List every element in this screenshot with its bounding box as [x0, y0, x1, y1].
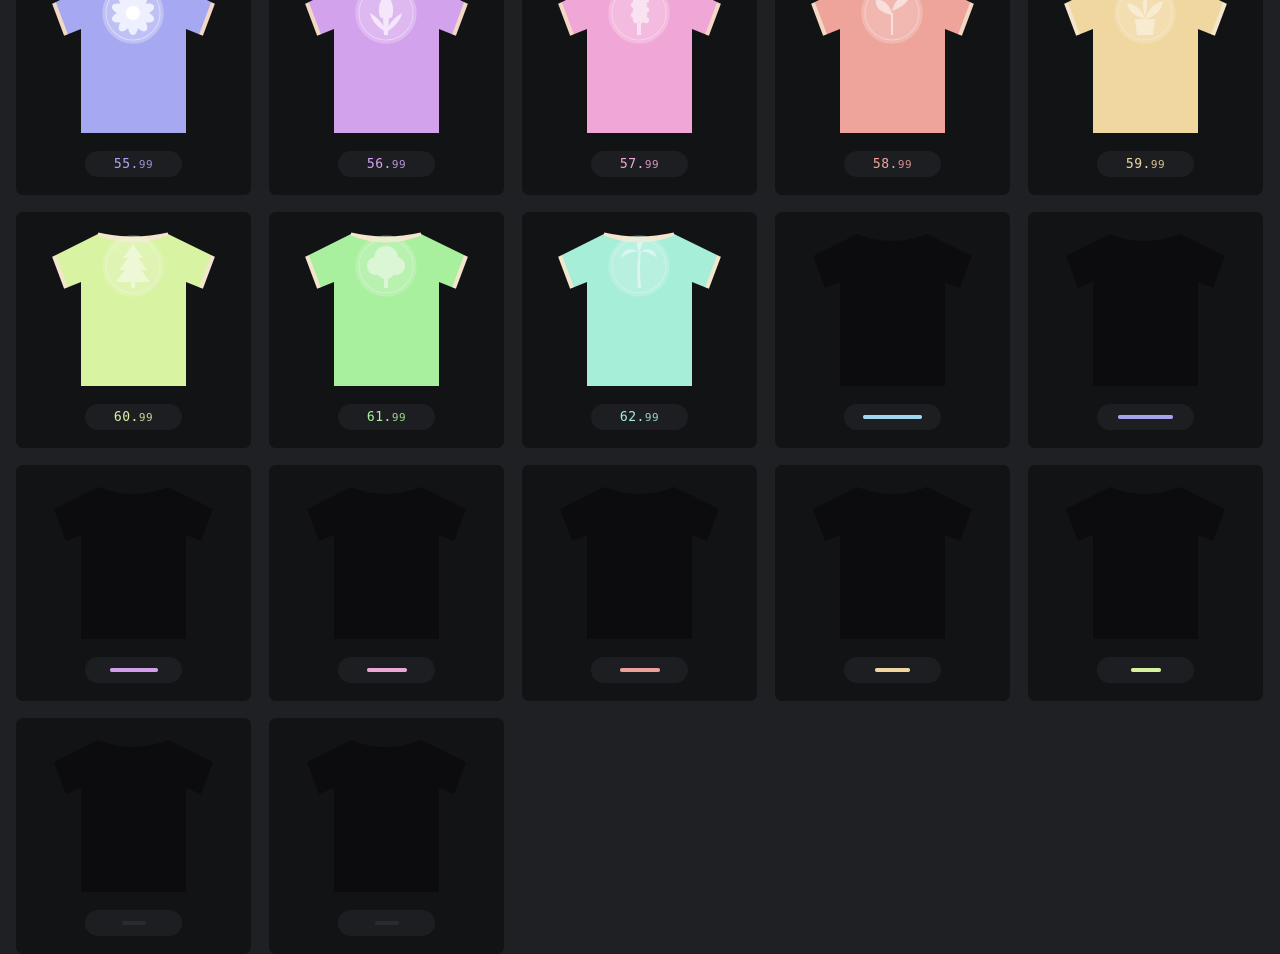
price-cents: 99 — [897, 157, 913, 171]
tshirt-image — [807, 226, 978, 388]
price-tag: 57.99 — [591, 151, 688, 177]
tshirt-image — [1060, 226, 1231, 388]
tshirt-image — [48, 226, 219, 388]
loading-placeholder — [844, 657, 941, 683]
tshirt-image — [301, 479, 472, 641]
product-grid: 55.99 56.99 57.99 58.99 59.99 60.99 61.9… — [0, 0, 1280, 954]
product-card[interactable]: 57.99 — [522, 0, 757, 195]
loading-bar — [619, 668, 660, 672]
product-card[interactable] — [1028, 465, 1263, 701]
price-separator: . — [130, 409, 139, 425]
product-card[interactable]: 59.99 — [1028, 0, 1263, 195]
loading-bar — [366, 668, 407, 672]
product-card[interactable] — [269, 465, 504, 701]
tshirt-image — [301, 0, 472, 135]
tshirt-image — [554, 479, 725, 641]
tshirt-image — [48, 0, 219, 135]
price-label: 58.99 — [873, 157, 912, 172]
tshirt-image — [807, 479, 978, 641]
loading-bar — [374, 921, 399, 925]
loading-placeholder — [338, 910, 435, 936]
price-separator: . — [130, 156, 139, 172]
price-label: 62.99 — [620, 410, 659, 425]
product-card[interactable]: 62.99 — [522, 212, 757, 448]
product-card[interactable] — [16, 465, 251, 701]
price-tag: 60.99 — [85, 404, 182, 430]
price-separator: . — [383, 156, 392, 172]
price-tag: 58.99 — [844, 151, 941, 177]
price-label: 61.99 — [367, 410, 406, 425]
price-cents: 99 — [391, 157, 407, 171]
tshirt-image — [48, 732, 219, 894]
price-label: 57.99 — [620, 157, 659, 172]
price-cents: 99 — [644, 157, 660, 171]
product-card[interactable] — [16, 718, 251, 954]
product-card[interactable]: 55.99 — [16, 0, 251, 195]
price-tag: 55.99 — [85, 151, 182, 177]
tshirt-image — [301, 226, 472, 388]
price-cents: 99 — [391, 410, 407, 424]
price-separator: . — [383, 409, 392, 425]
loading-placeholder — [338, 657, 435, 683]
price-whole: 60 — [113, 409, 131, 425]
product-card[interactable] — [775, 212, 1010, 448]
tshirt-image — [807, 0, 978, 135]
loading-bar — [121, 921, 146, 925]
price-label: 56.99 — [367, 157, 406, 172]
product-card[interactable] — [775, 465, 1010, 701]
loading-bar — [1118, 415, 1173, 419]
tshirt-image — [1060, 479, 1231, 641]
product-card[interactable]: 60.99 — [16, 212, 251, 448]
loading-bar — [109, 668, 158, 672]
loading-bar — [863, 415, 922, 419]
product-card[interactable]: 58.99 — [775, 0, 1010, 195]
product-card[interactable] — [1028, 212, 1263, 448]
product-card[interactable]: 61.99 — [269, 212, 504, 448]
price-tag: 59.99 — [1097, 151, 1194, 177]
loading-bar — [1130, 668, 1161, 672]
tshirt-image — [554, 226, 725, 388]
price-separator: . — [636, 156, 645, 172]
price-whole: 62 — [619, 409, 637, 425]
price-cents: 99 — [644, 410, 660, 424]
loading-placeholder — [1097, 404, 1194, 430]
price-cents: 99 — [138, 157, 154, 171]
price-whole: 59 — [1125, 156, 1143, 172]
loading-bar — [875, 668, 910, 672]
price-tag: 56.99 — [338, 151, 435, 177]
price-label: 55.99 — [114, 157, 153, 172]
price-label: 59.99 — [1126, 157, 1165, 172]
loading-placeholder — [1097, 657, 1194, 683]
loading-placeholder — [844, 404, 941, 430]
product-card[interactable] — [269, 718, 504, 954]
loading-placeholder — [591, 657, 688, 683]
price-cents: 99 — [138, 410, 154, 424]
price-separator: . — [1142, 156, 1151, 172]
tshirt-image — [554, 0, 725, 135]
price-tag: 62.99 — [591, 404, 688, 430]
price-label: 60.99 — [114, 410, 153, 425]
price-whole: 55 — [113, 156, 131, 172]
price-tag: 61.99 — [338, 404, 435, 430]
product-card[interactable] — [522, 465, 757, 701]
tshirt-image — [1060, 0, 1231, 135]
product-card[interactable]: 56.99 — [269, 0, 504, 195]
tshirt-image — [48, 479, 219, 641]
price-separator: . — [636, 409, 645, 425]
loading-placeholder — [85, 657, 182, 683]
price-cents: 99 — [1150, 157, 1166, 171]
price-whole: 56 — [366, 156, 384, 172]
price-whole: 58 — [872, 156, 890, 172]
price-whole: 57 — [619, 156, 637, 172]
loading-placeholder — [85, 910, 182, 936]
price-separator: . — [889, 156, 898, 172]
price-whole: 61 — [366, 409, 384, 425]
tshirt-image — [301, 732, 472, 894]
